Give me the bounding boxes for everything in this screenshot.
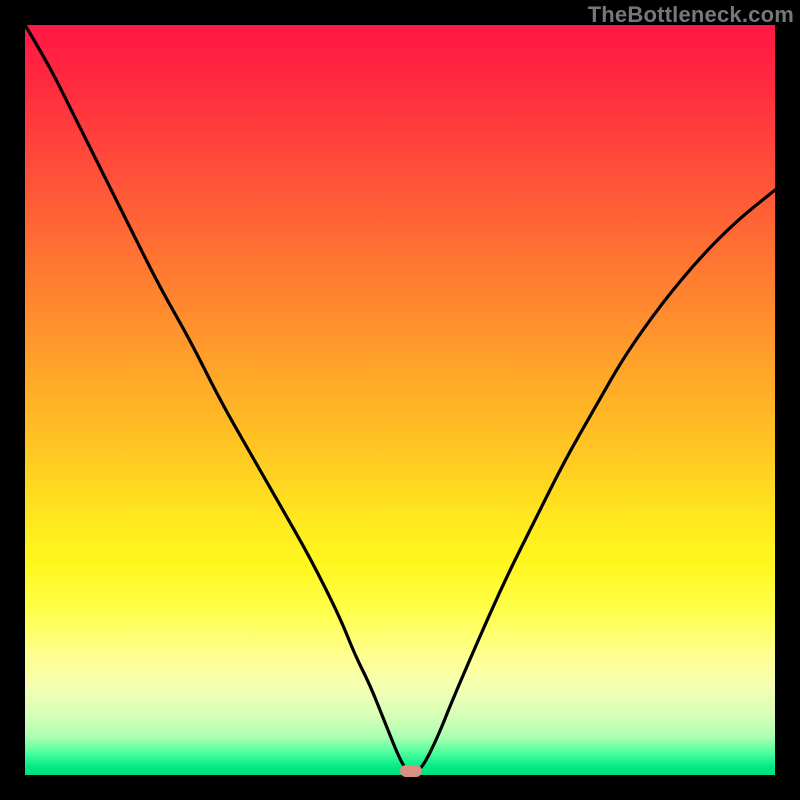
- bottleneck-curve: [25, 25, 775, 775]
- optimal-marker: [400, 765, 422, 777]
- watermark-text: TheBottleneck.com: [588, 2, 794, 28]
- chart-frame: TheBottleneck.com: [0, 0, 800, 800]
